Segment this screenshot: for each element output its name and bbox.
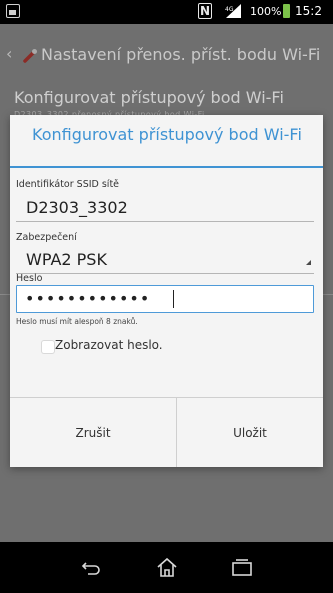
- recent-apps-icon[interactable]: [230, 556, 254, 578]
- security-underline: [16, 273, 314, 274]
- battery-icon: [283, 4, 290, 18]
- back-icon[interactable]: [78, 556, 102, 578]
- show-password-checkbox[interactable]: [42, 341, 54, 353]
- text-cursor: [173, 290, 174, 308]
- wrench-icon: [23, 49, 37, 63]
- nfc-icon: N: [198, 3, 213, 19]
- screenshot-notification-icon: [6, 4, 20, 18]
- ssid-label: Identifikátor SSID sítě: [16, 179, 120, 190]
- navigation-bar: [0, 542, 333, 593]
- password-hint: Heslo musí mít alespoň 8 znaků.: [16, 317, 138, 326]
- battery-percentage: 100%: [250, 5, 282, 18]
- app-title: Nastavení přenos. příst. bodu Wi-Fi: [41, 45, 321, 64]
- password-label: Heslo: [16, 273, 43, 284]
- clock: 15:2: [295, 4, 322, 18]
- password-value: ••••••••••••: [25, 289, 151, 308]
- dialog-title: Konfigurovat přístupový bod Wi-Fi: [32, 125, 302, 144]
- security-label: Zabezpečení: [16, 232, 77, 243]
- ssid-underline: [16, 221, 314, 222]
- configure-hotspot-dialog: Konfigurovat přístupový bod Wi-Fi Identi…: [10, 115, 323, 467]
- ssid-input[interactable]: D2303_3302: [26, 198, 128, 217]
- signal-icon: 4G: [225, 4, 241, 18]
- home-icon[interactable]: [155, 556, 179, 578]
- background-heading: Konfigurovat přístupový bod Wi-Fi: [14, 88, 284, 107]
- dialog-title-divider: [10, 166, 323, 168]
- back-chevron-icon[interactable]: ‹: [6, 44, 12, 63]
- dropdown-indicator-icon: [306, 260, 311, 265]
- svg-text:4G: 4G: [225, 6, 234, 13]
- password-input[interactable]: ••••••••••••: [16, 285, 314, 313]
- status-bar: N 4G 100% 15:2: [0, 0, 333, 24]
- save-button[interactable]: Uložit: [177, 398, 323, 467]
- show-password-label[interactable]: Zobrazovat heslo.: [55, 338, 163, 352]
- cancel-button[interactable]: Zrušit: [10, 398, 176, 467]
- security-dropdown[interactable]: WPA2 PSK: [26, 250, 107, 269]
